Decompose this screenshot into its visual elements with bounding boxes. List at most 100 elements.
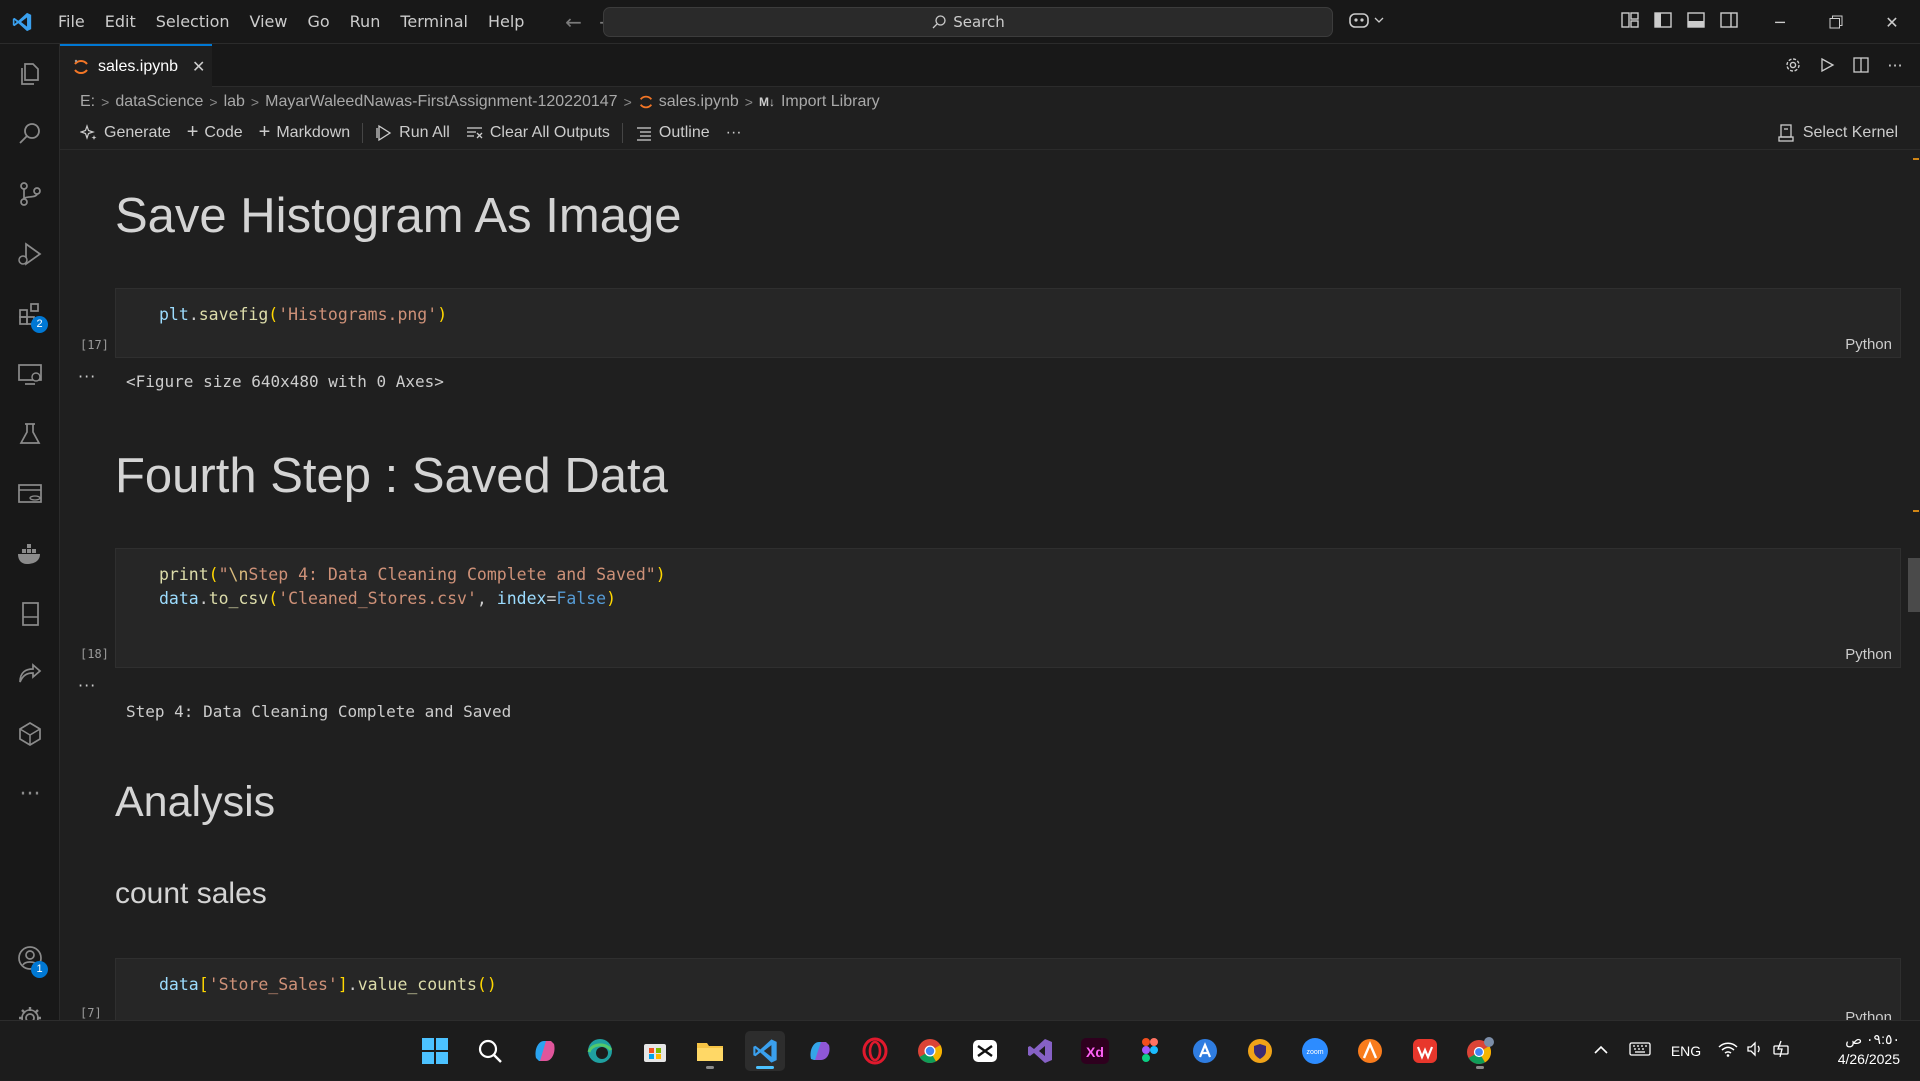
input-language[interactable]: ENG	[1662, 1043, 1710, 1059]
cell-language[interactable]: Python	[1845, 336, 1892, 353]
breadcrumb-section[interactable]: Import Library	[781, 93, 880, 111]
microsoft-store-icon[interactable]	[635, 1031, 675, 1071]
copilot-button[interactable]	[1348, 10, 1384, 30]
close-window-button[interactable]: ✕	[1864, 0, 1920, 44]
battery-icon[interactable]	[1772, 1040, 1792, 1063]
vpn-shield-icon[interactable]	[1240, 1031, 1280, 1071]
wps-office-icon[interactable]	[1405, 1031, 1445, 1071]
scrollbar-thumb[interactable]	[1908, 558, 1920, 612]
search-icon[interactable]	[0, 106, 60, 162]
markdown-heading-analysis: Analysis	[115, 778, 276, 826]
vertical-scrollbar[interactable]	[1906, 150, 1920, 1020]
toggle-panel-icon[interactable]	[1686, 10, 1709, 33]
minimize-button[interactable]: ─	[1752, 0, 1808, 44]
edge-browser-icon[interactable]	[580, 1031, 620, 1071]
code-label: Code	[204, 123, 243, 141]
cell-language[interactable]: Python	[1845, 1009, 1892, 1020]
toggle-primary-sidebar-icon[interactable]	[1653, 10, 1676, 33]
code-editor[interactable]: data['Store_Sales'].value_counts()	[159, 973, 497, 997]
code-cell-18[interactable]: print("\nStep 4: Data Cleaning Complete …	[115, 548, 1901, 668]
clock[interactable]: ٠٩:٥٠ ص 4/26/2025	[1838, 1029, 1900, 1069]
settings-gear-icon[interactable]	[1782, 54, 1804, 76]
zoom-icon[interactable]: zoom	[1295, 1031, 1335, 1071]
toolbar-divider	[362, 122, 364, 143]
visual-studio-icon[interactable]	[1020, 1031, 1060, 1071]
remote-explorer-icon[interactable]	[0, 346, 60, 402]
breadcrumb-folder[interactable]: MayarWaleedNawas-FirstAssignment-1202201…	[265, 93, 617, 111]
microsoft-365-icon[interactable]	[800, 1031, 840, 1071]
output-menu[interactable]: ···	[78, 676, 96, 695]
code-cell-7[interactable]: data['Store_Sales'].value_counts() Pytho…	[115, 958, 1901, 1020]
menu-file[interactable]: File	[48, 7, 95, 37]
clear-outputs-button[interactable]: Clear All Outputs	[458, 119, 618, 147]
tab-sales-ipynb[interactable]: sales.ipynb ✕	[60, 44, 212, 87]
breadcrumb-datascience[interactable]: dataScience	[115, 93, 203, 111]
show-hidden-icons-chevron-up-icon[interactable]	[1588, 1042, 1614, 1060]
accounts-icon[interactable]: 1	[0, 930, 60, 986]
notebook-editor: Save Histogram As Image plt.savefig('His…	[60, 150, 1920, 1020]
more-actions-icon[interactable]: ···	[1884, 54, 1906, 76]
opera-browser-icon[interactable]	[855, 1031, 895, 1071]
taskbar-search-icon[interactable]	[470, 1031, 510, 1071]
more-views-icon[interactable]: ···	[0, 766, 60, 822]
testing-icon[interactable]	[0, 406, 60, 462]
vscode-taskbar-icon[interactable]	[745, 1031, 785, 1071]
capcut-icon[interactable]	[965, 1031, 1005, 1071]
explorer-icon[interactable]	[0, 46, 60, 102]
adobe-xd-icon[interactable]: Xd	[1075, 1031, 1115, 1071]
volume-icon[interactable]	[1746, 1040, 1764, 1062]
menu-run[interactable]: Run	[340, 7, 391, 37]
source-control-icon[interactable]	[0, 166, 60, 222]
back-arrow-icon[interactable]: ←	[560, 9, 586, 35]
chrome-browser-icon[interactable]	[910, 1031, 950, 1071]
toggle-secondary-sidebar-icon[interactable]	[1719, 10, 1742, 33]
breadcrumb-file[interactable]: sales.ipynb	[659, 93, 739, 111]
add-code-button[interactable]: + Code	[179, 119, 251, 147]
figma-icon[interactable]	[1130, 1031, 1170, 1071]
restore-button[interactable]	[1808, 0, 1864, 44]
add-markdown-button[interactable]: + Markdown	[251, 119, 359, 147]
select-kernel-button[interactable]: Select Kernel	[1777, 119, 1898, 147]
breadcrumb-lab[interactable]: lab	[224, 93, 245, 111]
markdown-icon: M↓	[758, 95, 775, 109]
command-center-search[interactable]: Search	[603, 7, 1333, 37]
run-icon[interactable]	[1816, 54, 1838, 76]
split-editor-icon[interactable]	[1850, 54, 1872, 76]
copilot-app-icon[interactable]	[525, 1031, 565, 1071]
overview-ruler-mark	[1913, 158, 1919, 160]
execution-count: [18]	[80, 647, 109, 661]
database-icon[interactable]	[0, 466, 60, 522]
menu-help[interactable]: Help	[478, 7, 534, 37]
extensions-icon[interactable]: 2	[0, 286, 60, 342]
code-cell-17[interactable]: plt.savefig('Histograms.png') Python	[115, 288, 1901, 358]
markdown-heading-fourth-step: Fourth Step : Saved Data	[115, 449, 668, 503]
notebook-icon[interactable]	[0, 586, 60, 642]
code-editor[interactable]: plt.savefig('Histograms.png')	[159, 303, 447, 327]
app-store-a-icon[interactable]	[1185, 1031, 1225, 1071]
menu-view[interactable]: View	[240, 7, 298, 37]
customize-layout-icon[interactable]	[1620, 10, 1643, 33]
keyboard-icon[interactable]	[1618, 1041, 1662, 1062]
code-editor[interactable]: print("\nStep 4: Data Cleaning Complete …	[159, 563, 666, 611]
menu-terminal[interactable]: Terminal	[390, 7, 478, 37]
orange-app-icon[interactable]	[1350, 1031, 1390, 1071]
generate-button[interactable]: Generate	[72, 119, 179, 147]
close-tab-icon[interactable]: ✕	[192, 57, 205, 76]
output-menu[interactable]: ···	[78, 367, 96, 386]
outline-button[interactable]: Outline	[627, 119, 718, 147]
file-explorer-icon[interactable]	[690, 1031, 730, 1071]
run-debug-icon[interactable]	[0, 226, 60, 282]
live-share-icon[interactable]	[0, 646, 60, 702]
menu-edit[interactable]: Edit	[95, 7, 146, 37]
docker-icon[interactable]	[0, 526, 60, 582]
menu-go[interactable]: Go	[297, 7, 339, 37]
breadcrumb-drive[interactable]: E:	[80, 93, 95, 111]
cell-language[interactable]: Python	[1845, 646, 1892, 663]
start-button-windows-icon[interactable]	[415, 1031, 455, 1071]
more-toolbar-actions[interactable]: ···	[718, 119, 750, 147]
box-extension-icon[interactable]	[0, 706, 60, 762]
run-all-button[interactable]: Run All	[367, 119, 458, 147]
wifi-icon[interactable]	[1718, 1041, 1738, 1062]
menu-selection[interactable]: Selection	[146, 7, 240, 37]
chrome-profile-icon[interactable]	[1460, 1031, 1500, 1071]
